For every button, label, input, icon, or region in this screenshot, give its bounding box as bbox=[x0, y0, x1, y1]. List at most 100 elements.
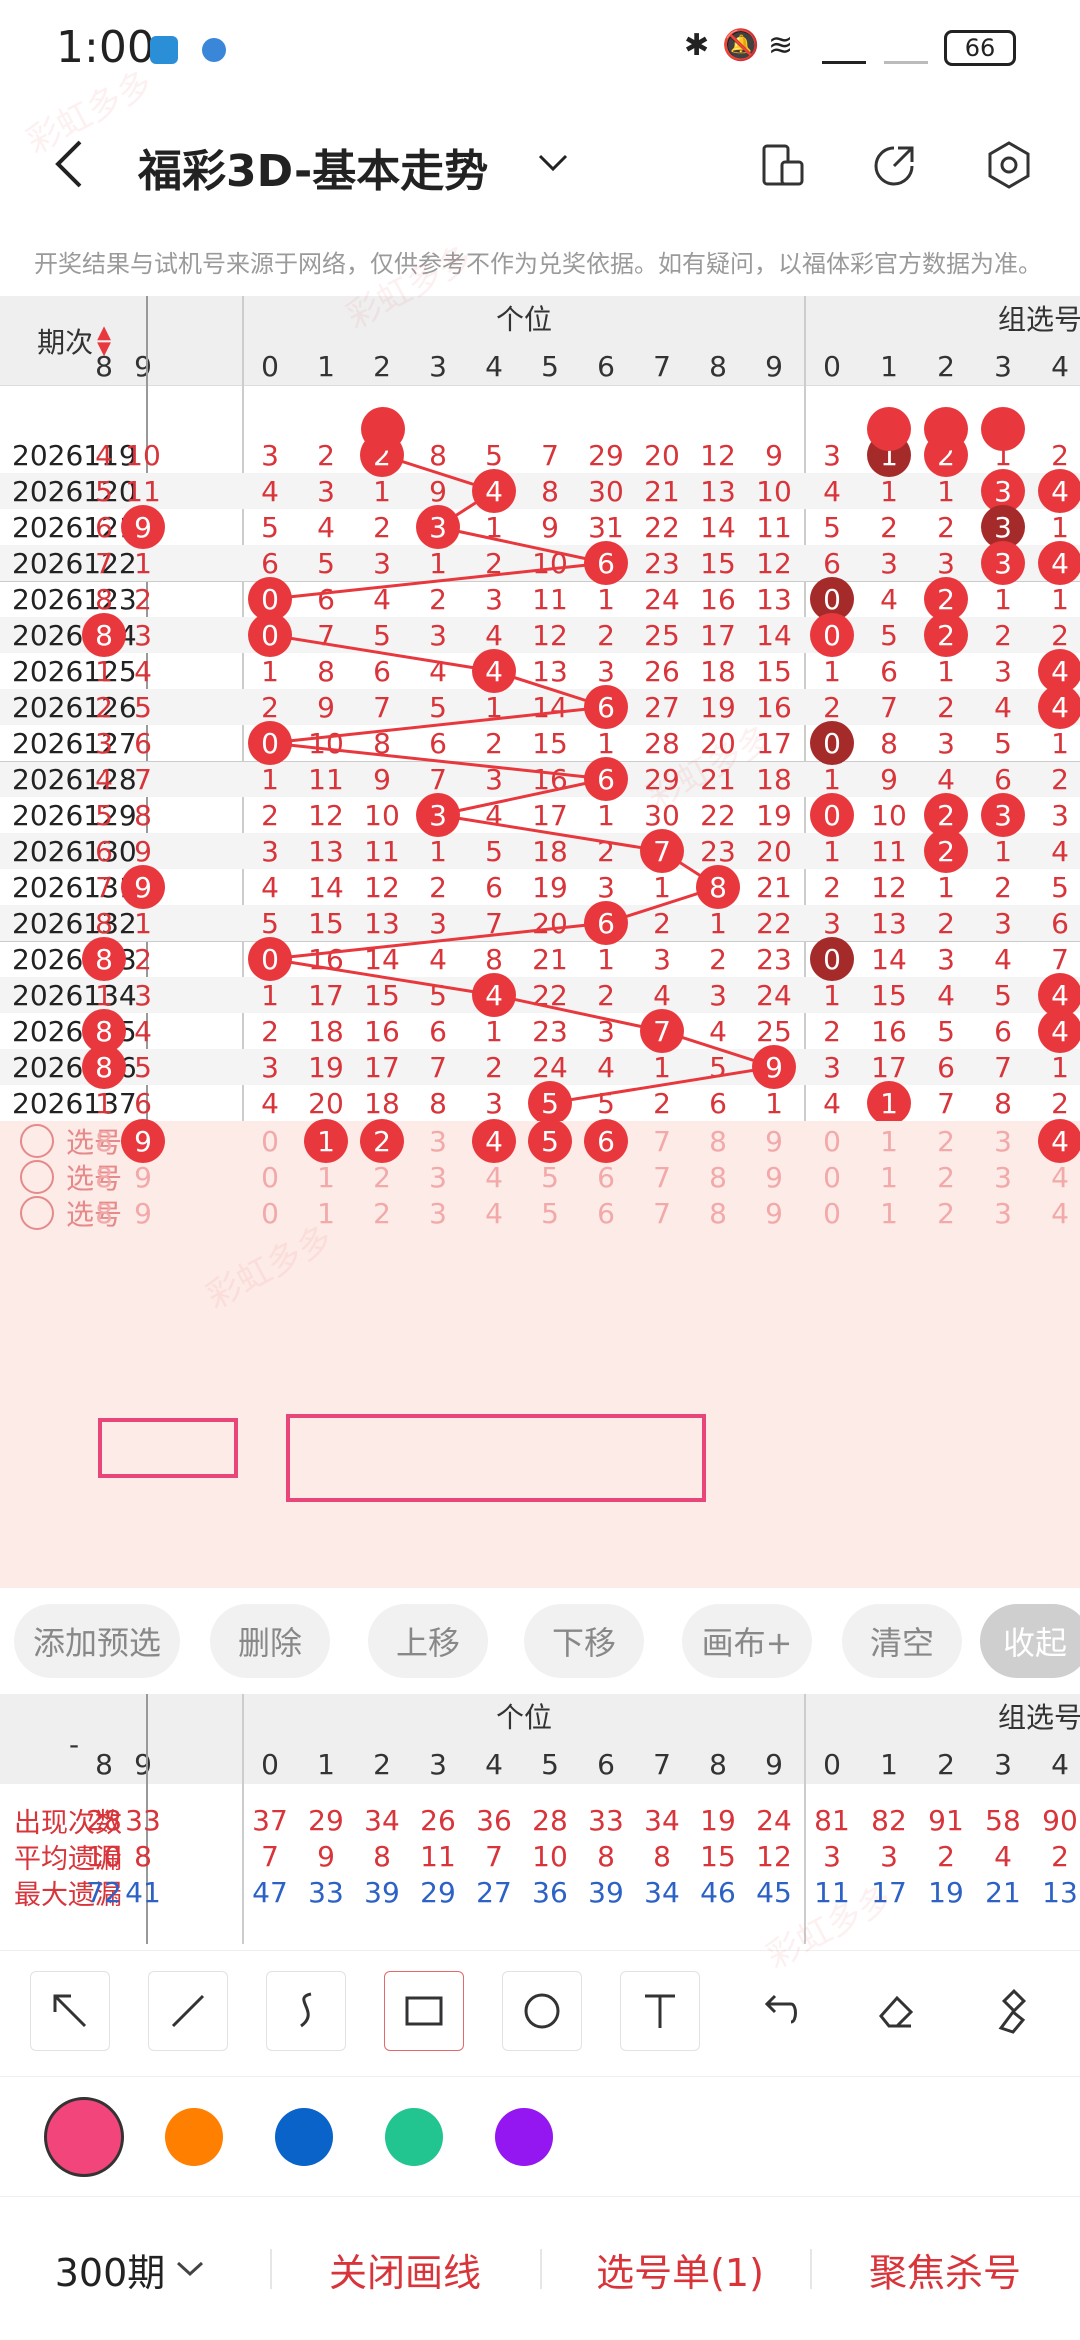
zu-hit-ball: 2 bbox=[924, 829, 968, 873]
action-button[interactable]: 添加预选 bbox=[14, 1604, 180, 1678]
trend-table[interactable]: 期次 ▲ ▼ 个位 组选号 89012345678901234 2026119 4 1… bbox=[0, 296, 1080, 1588]
settings-icon[interactable] bbox=[986, 140, 1032, 190]
selectable-number: 0 bbox=[261, 1124, 279, 1158]
selectable-number: 5 bbox=[541, 1196, 559, 1230]
chevron-down-icon[interactable] bbox=[536, 152, 570, 174]
selected-number-ball: 2 bbox=[360, 1119, 404, 1163]
arrow-icon bbox=[53, 1994, 87, 2028]
stats-value: 47 bbox=[252, 1875, 288, 1909]
selected-number-ball: 4 bbox=[472, 1119, 516, 1163]
action-button[interactable]: 收起 bbox=[980, 1604, 1080, 1678]
column-header: 4 bbox=[1051, 1747, 1069, 1781]
selectable-number: 7 bbox=[653, 1196, 671, 1230]
tool-text-button[interactable] bbox=[620, 1971, 700, 2051]
circle-icon bbox=[524, 1993, 560, 2029]
selectable-number: 3 bbox=[429, 1160, 447, 1194]
device-switch-icon[interactable] bbox=[760, 142, 806, 188]
action-button[interactable]: 清空 bbox=[842, 1604, 962, 1678]
tool-undo-button[interactable] bbox=[738, 1971, 818, 2051]
stats-value: 9 bbox=[317, 1839, 335, 1873]
bottom-bar: 300期 关闭画线 选号单(1) 聚焦杀号 bbox=[0, 2196, 1080, 2340]
stats-value: 3 bbox=[823, 1839, 841, 1873]
action-button[interactable]: 画布+ bbox=[682, 1604, 812, 1678]
selected-number-ball: 9 bbox=[121, 1119, 165, 1163]
selectable-number: 8 bbox=[709, 1160, 727, 1194]
selectable-number: 4 bbox=[1051, 1196, 1069, 1230]
stats-value: 7 bbox=[261, 1839, 279, 1873]
selectable-number: 9 bbox=[134, 1196, 152, 1230]
selectable-number: 9 bbox=[765, 1196, 783, 1230]
battery-icon: 66 bbox=[944, 30, 1016, 66]
zu-hit-ball: 3 bbox=[981, 793, 1025, 837]
period-selector[interactable]: 300期 bbox=[30, 2227, 230, 2311]
stats-value: 82 bbox=[871, 1803, 907, 1837]
tool-clear-brush-button[interactable] bbox=[974, 1971, 1054, 2051]
color-swatch[interactable] bbox=[44, 2097, 124, 2177]
column-header: 6 bbox=[597, 1747, 615, 1781]
tool-curve-button[interactable] bbox=[266, 1971, 346, 2051]
tool-eraser-button[interactable] bbox=[856, 1971, 936, 2051]
stats-value: 2 bbox=[937, 1839, 955, 1873]
color-swatch[interactable] bbox=[275, 2108, 333, 2166]
selectable-number: 9 bbox=[765, 1160, 783, 1194]
focus-kill-button[interactable]: 聚焦杀号 bbox=[830, 2227, 1060, 2311]
column-header: 2 bbox=[373, 1747, 391, 1781]
divider bbox=[540, 2249, 542, 2289]
zu-hit-ball: 4 bbox=[1038, 1009, 1080, 1053]
select-radio[interactable] bbox=[20, 1196, 54, 1230]
column-header: 4 bbox=[485, 1747, 503, 1781]
disclaimer-text: 开奖结果与试机号来源于网络，仅供参考不作为兑奖依据。如有疑问，以福体彩官方数据为… bbox=[34, 250, 1042, 278]
selection-list-button[interactable]: 选号单(1) bbox=[560, 2227, 800, 2311]
zu-hit-ball: 0 bbox=[810, 793, 854, 837]
color-swatch[interactable] bbox=[495, 2108, 553, 2166]
tool-circle-button[interactable] bbox=[502, 1971, 582, 2051]
select-radio[interactable] bbox=[20, 1160, 54, 1194]
zu-hit-ball: 4 bbox=[1038, 685, 1080, 729]
zu-hit-ball: 0 bbox=[810, 721, 854, 765]
stats-value: 2 bbox=[1051, 1839, 1069, 1873]
select-radio[interactable] bbox=[20, 1124, 54, 1158]
column-header: 9 bbox=[765, 1747, 783, 1781]
selectable-number: 8 bbox=[709, 1196, 727, 1230]
stats-value: 29 bbox=[420, 1875, 456, 1909]
ge-hit-ball: 6 bbox=[584, 757, 628, 801]
zu-hit-ball bbox=[867, 407, 911, 451]
ge-group-header: 个位 bbox=[495, 1701, 552, 1734]
action-button[interactable]: 上移 bbox=[368, 1604, 488, 1678]
close-line-button[interactable]: 关闭画线 bbox=[290, 2227, 520, 2311]
zu-group-header: 组选号 bbox=[998, 1701, 1080, 1734]
left-hit-ball: 8 bbox=[82, 613, 126, 657]
stats-value: 36 bbox=[532, 1875, 568, 1909]
selectable-number: 0 bbox=[261, 1160, 279, 1194]
app-bar: 福彩3D-基本走势 bbox=[0, 100, 1080, 225]
action-button[interactable]: 下移 bbox=[524, 1604, 644, 1678]
ge-hit-ball bbox=[361, 407, 405, 451]
zu-hit-ball bbox=[981, 407, 1025, 451]
action-button[interactable]: 删除 bbox=[210, 1604, 330, 1678]
stats-value: 21 bbox=[985, 1875, 1021, 1909]
column-header: 1 bbox=[317, 1747, 335, 1781]
color-swatch[interactable] bbox=[385, 2108, 443, 2166]
tool-arrow-button[interactable] bbox=[30, 1971, 110, 2051]
ge-hit-ball: 4 bbox=[472, 649, 516, 693]
selectable-number: 2 bbox=[937, 1124, 955, 1158]
page-title[interactable]: 福彩3D-基本走势 bbox=[138, 135, 488, 199]
stats-value: 34 bbox=[644, 1875, 680, 1909]
stats-value: 4 bbox=[994, 1839, 1012, 1873]
tool-rectangle-button[interactable] bbox=[384, 1971, 464, 2051]
stats-value: 33 bbox=[588, 1803, 624, 1837]
drawn-rectangle[interactable] bbox=[98, 1418, 238, 1478]
tool-line-button[interactable] bbox=[148, 1971, 228, 2051]
color-swatch[interactable] bbox=[165, 2108, 223, 2166]
stats-value: 8 bbox=[653, 1839, 671, 1873]
drawn-rectangle[interactable] bbox=[286, 1414, 706, 1502]
globe-icon bbox=[202, 38, 226, 62]
zu-hit-ball bbox=[924, 407, 968, 451]
left-hit-ball: 9 bbox=[121, 505, 165, 549]
share-icon[interactable] bbox=[872, 142, 918, 188]
curve-icon bbox=[300, 1992, 312, 2028]
zu-hit-ball: 1 bbox=[867, 1081, 911, 1125]
stats-value: 12 bbox=[756, 1839, 792, 1873]
selectable-number: 0 bbox=[823, 1196, 841, 1230]
wifi-icon: ≋ bbox=[768, 28, 794, 63]
